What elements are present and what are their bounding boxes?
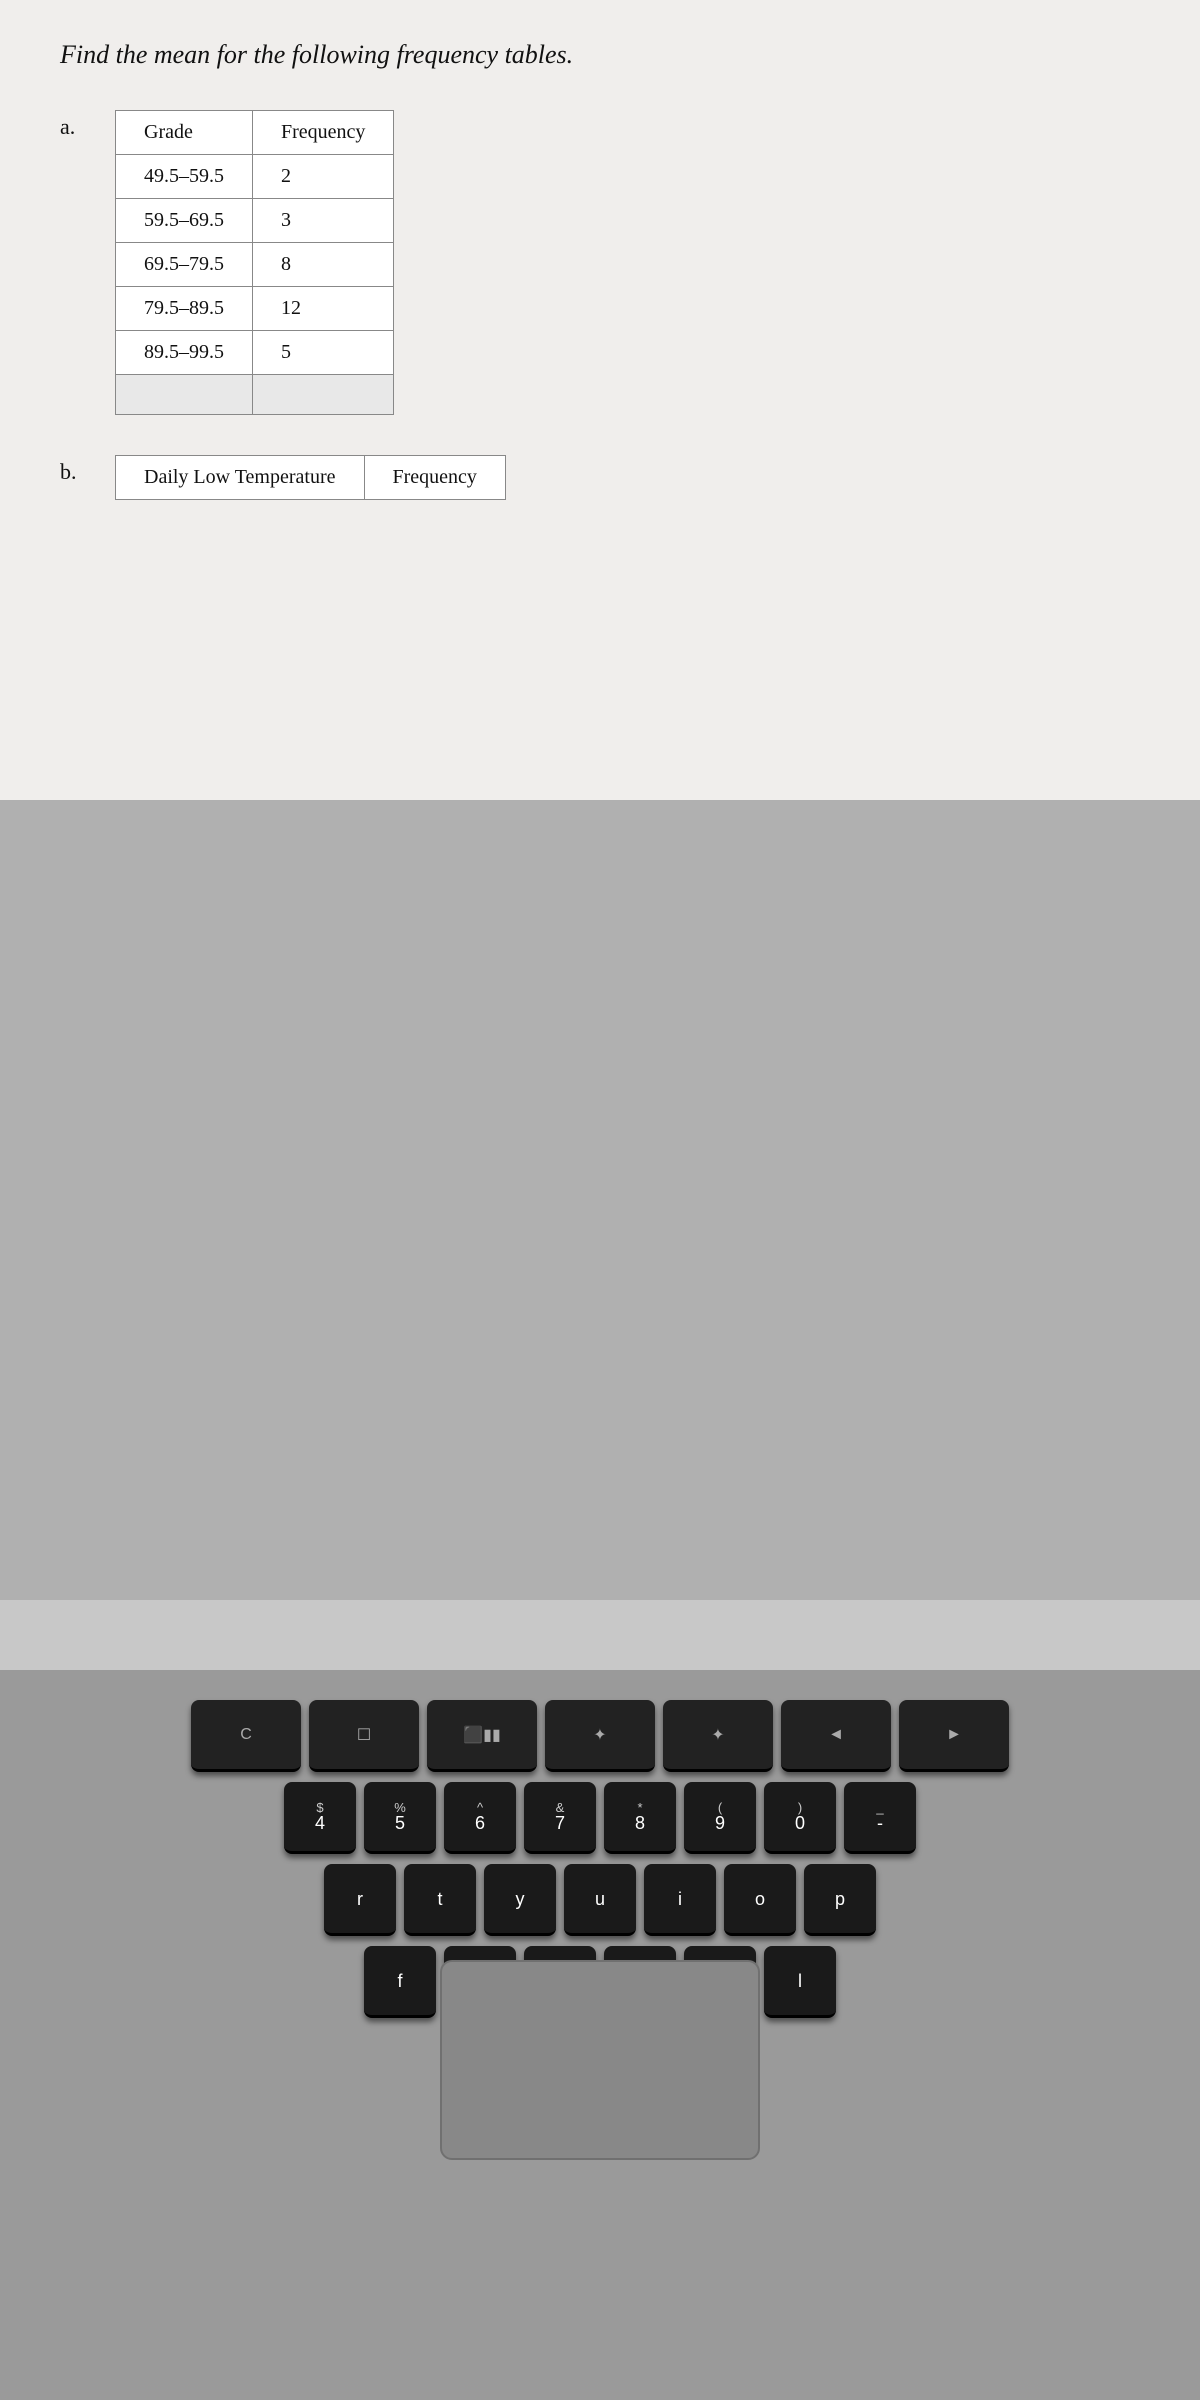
key-vol-up-icon: ► (946, 1726, 962, 1744)
table-row: 69.5–79.5 8 (116, 243, 394, 287)
key-9-top: ( (718, 1801, 722, 1814)
table-b-col-temp: Daily Low Temperature (116, 456, 365, 500)
table-cell-grade: 79.5–89.5 (116, 287, 253, 331)
main-instruction: Find the mean for the following frequenc… (60, 40, 1140, 70)
key-vol-mute-icon: ◄ (828, 1726, 844, 1744)
key-vol-mute[interactable]: ◄ (781, 1700, 891, 1772)
table-cell-empty (253, 375, 394, 415)
key-minus-bottom: - (877, 1814, 883, 1832)
table-cell-grade: 59.5–69.5 (116, 199, 253, 243)
key-r[interactable]: r (324, 1864, 396, 1936)
problem-b-label: b. (60, 455, 95, 485)
key-c-icon: C (240, 1726, 252, 1744)
key-r-label: r (357, 1890, 363, 1908)
key-5[interactable]: % 5 (364, 1782, 436, 1854)
key-7-top: & (556, 1801, 565, 1814)
key-8[interactable]: * 8 (604, 1782, 676, 1854)
table-cell-freq: 3 (253, 199, 394, 243)
problems-container: a. Grade Frequency 49.5–59.5 2 (60, 110, 1140, 500)
key-6-bottom: 6 (475, 1814, 485, 1832)
key-l[interactable]: l (764, 1946, 836, 2018)
key-minus[interactable]: _ - (844, 1782, 916, 1854)
table-row: 79.5–89.5 12 (116, 287, 394, 331)
key-vol-up[interactable]: ► (899, 1700, 1009, 1772)
key-8-top: * (637, 1801, 642, 1814)
key-0[interactable]: ) 0 (764, 1782, 836, 1854)
key-5-top: % (394, 1801, 406, 1814)
key-5-bottom: 5 (395, 1814, 405, 1832)
key-4[interactable]: $ 4 (284, 1782, 356, 1854)
key-display[interactable]: ⬛▮▮ (427, 1700, 537, 1772)
key-o-label: o (755, 1890, 765, 1908)
key-9-bottom: 9 (715, 1814, 725, 1832)
key-i-label: i (678, 1890, 682, 1908)
problem-a-label: a. (60, 110, 95, 140)
key-u[interactable]: u (564, 1864, 636, 1936)
key-p-label: p (835, 1890, 845, 1908)
key-bright-down-icon: ✦ (593, 1725, 606, 1745)
key-f-label: f (397, 1972, 402, 1990)
key-bright-up[interactable]: ✦ (663, 1700, 773, 1772)
table-cell-freq: 8 (253, 243, 394, 287)
table-a-col-frequency: Frequency (253, 111, 394, 155)
table-row-empty (116, 375, 394, 415)
key-bright-up-icon: ✦ (711, 1725, 724, 1745)
key-t[interactable]: t (404, 1864, 476, 1936)
function-key-row: C ☐ ⬛▮▮ ✦ ✦ ◄ ► (40, 1700, 1160, 1772)
key-display-icon: ⬛▮▮ (463, 1725, 501, 1745)
key-bright-down[interactable]: ✦ (545, 1700, 655, 1772)
key-screen[interactable]: ☐ (309, 1700, 419, 1772)
table-row: 59.5–69.5 3 (116, 199, 394, 243)
table-cell-empty (116, 375, 253, 415)
content-area: Find the mean for the following frequenc… (60, 40, 1140, 500)
touchpad[interactable] (440, 1960, 760, 2160)
key-y[interactable]: y (484, 1864, 556, 1936)
key-f[interactable]: f (364, 1946, 436, 2018)
table-cell-freq: 12 (253, 287, 394, 331)
key-0-bottom: 0 (795, 1814, 805, 1832)
key-minus-top: _ (876, 1801, 883, 1814)
key-4-bottom: 4 (315, 1814, 325, 1832)
laptop-body: C ☐ ⬛▮▮ ✦ ✦ ◄ ► (0, 800, 1200, 1600)
number-key-row: $ 4 % 5 ^ 6 & 7 * 8 (40, 1782, 1160, 1854)
table-b-col-frequency: Frequency (364, 456, 505, 500)
problem-a: a. Grade Frequency 49.5–59.5 2 (60, 110, 1140, 415)
key-7-bottom: 7 (555, 1814, 565, 1832)
key-4-top: $ (316, 1801, 323, 1814)
table-row: 49.5–59.5 2 (116, 155, 394, 199)
key-9[interactable]: ( 9 (684, 1782, 756, 1854)
table-cell-grade: 69.5–79.5 (116, 243, 253, 287)
table-cell-grade: 89.5–99.5 (116, 331, 253, 375)
table-a: Grade Frequency 49.5–59.5 2 59.5–69.5 3 (115, 110, 394, 415)
key-p[interactable]: p (804, 1864, 876, 1936)
key-i[interactable]: i (644, 1864, 716, 1936)
table-cell-freq: 2 (253, 155, 394, 199)
table-cell-grade: 49.5–59.5 (116, 155, 253, 199)
key-6-top: ^ (477, 1801, 483, 1814)
key-7[interactable]: & 7 (524, 1782, 596, 1854)
top-letter-row: r t y u i o p (40, 1864, 1160, 1936)
key-6[interactable]: ^ 6 (444, 1782, 516, 1854)
table-cell-freq: 5 (253, 331, 394, 375)
key-0-top: ) (798, 1801, 802, 1814)
key-t-label: t (437, 1890, 442, 1908)
key-8-bottom: 8 (635, 1814, 645, 1832)
key-l-label: l (798, 1972, 802, 1990)
screen: Find the mean for the following frequenc… (0, 0, 1200, 820)
problem-b: b. Daily Low Temperature Frequency (60, 455, 1140, 500)
key-screen-icon: ☐ (357, 1725, 371, 1745)
table-a-col-grade: Grade (116, 111, 253, 155)
key-y-label: y (516, 1890, 525, 1908)
table-row: 89.5–99.5 5 (116, 331, 394, 375)
key-c[interactable]: C (191, 1700, 301, 1772)
key-o[interactable]: o (724, 1864, 796, 1936)
key-u-label: u (595, 1890, 605, 1908)
table-b: Daily Low Temperature Frequency (115, 455, 506, 500)
